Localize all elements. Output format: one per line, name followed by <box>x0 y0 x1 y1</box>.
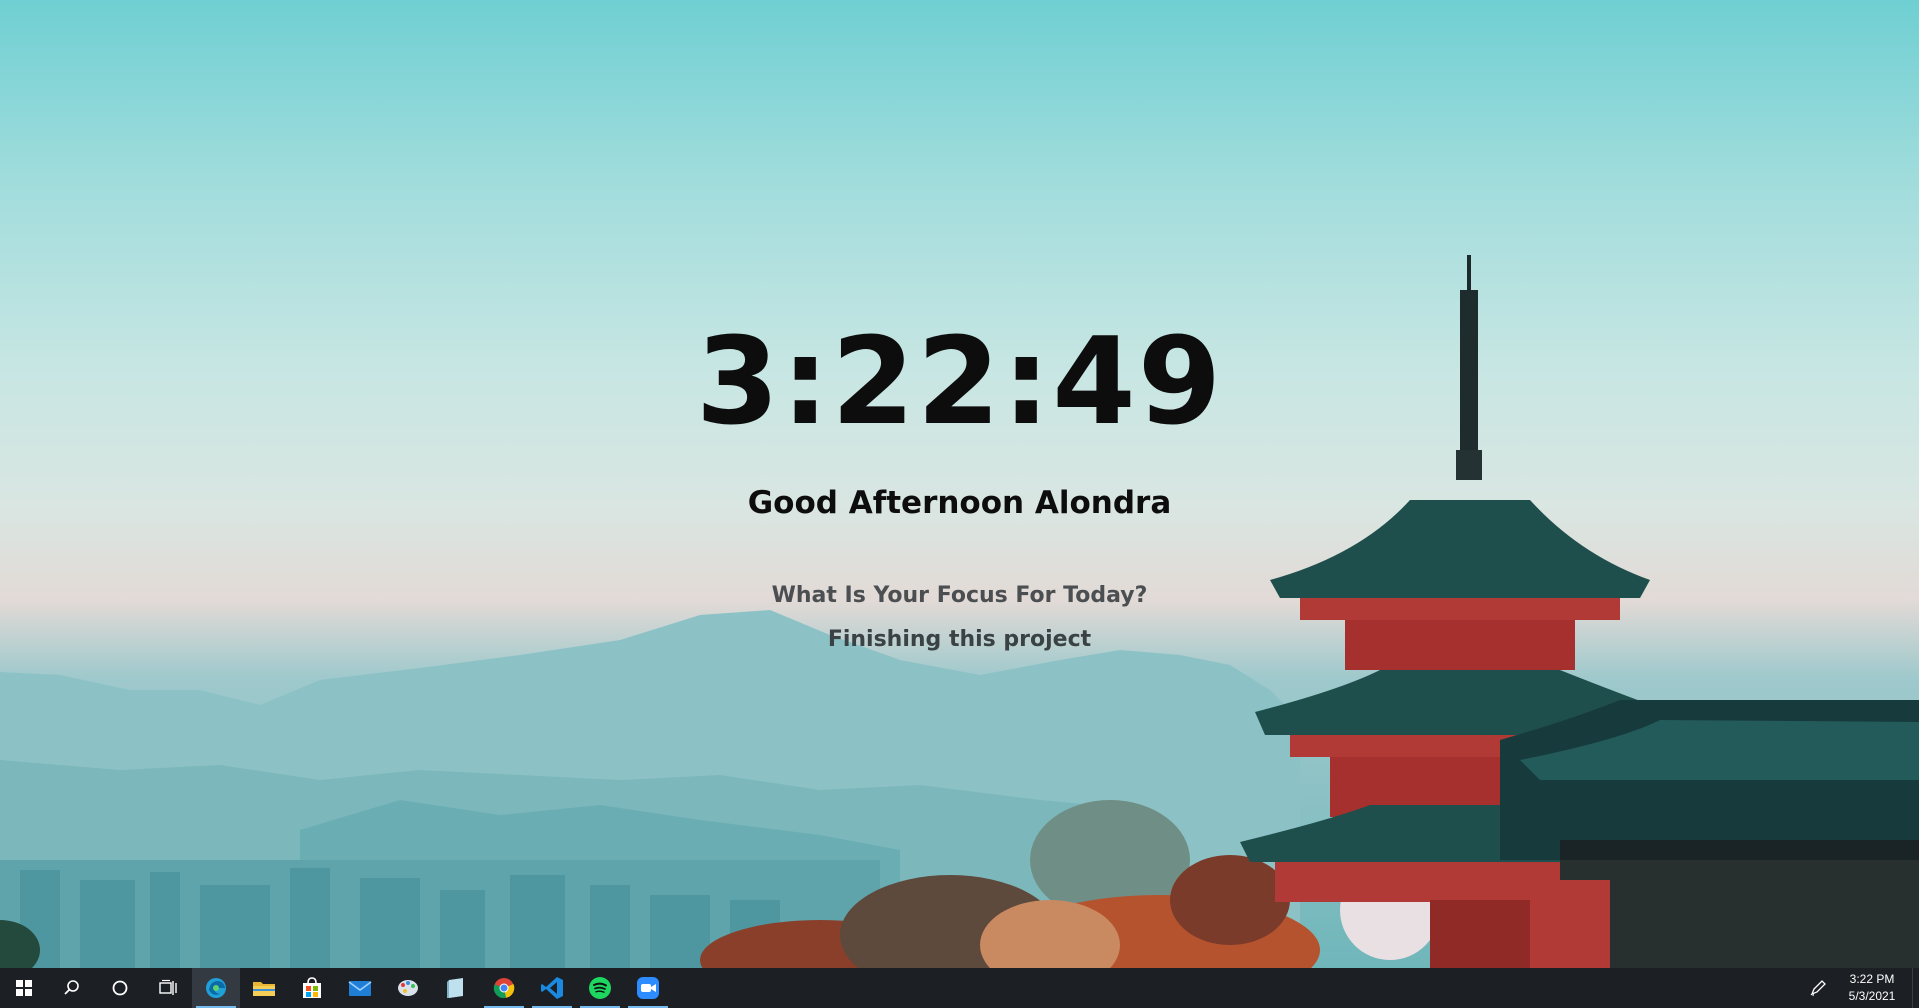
taskbar-app-chrome[interactable] <box>480 968 528 1008</box>
show-desktop-button[interactable] <box>1912 968 1919 1008</box>
focus-question: What Is Your Focus For Today? <box>771 583 1148 608</box>
taskbar-app-paint[interactable] <box>384 968 432 1008</box>
tray-time: 3:22 PM <box>1849 972 1895 986</box>
chrome-icon <box>493 978 515 999</box>
folder-icon <box>253 982 275 996</box>
taskbar-app-store[interactable] <box>288 968 336 1008</box>
task-view-button[interactable] <box>144 968 192 1008</box>
tray-date: 5/3/2021 <box>1848 989 1896 1003</box>
spotify-icon <box>589 977 611 999</box>
taskbar-app-edge[interactable] <box>192 968 240 1008</box>
search-button[interactable] <box>48 968 96 1008</box>
edge-icon <box>206 978 226 998</box>
cortana-button[interactable] <box>96 968 144 1008</box>
zoom-icon <box>637 977 659 999</box>
vscode-icon <box>541 977 563 999</box>
taskbar-app-notes[interactable] <box>432 968 480 1008</box>
taskbar: 3:22 PM 5/3/2021 <box>0 968 1919 1008</box>
tray-clock[interactable]: 3:22 PM 5/3/2021 <box>1836 971 1912 1005</box>
task-view-icon <box>159 979 177 995</box>
cortana-circle-icon <box>112 980 128 996</box>
pen-workspace-button[interactable] <box>1800 968 1836 1008</box>
wallpaper-landscape-image <box>0 255 1919 968</box>
mail-icon <box>348 981 372 996</box>
store-icon <box>303 977 321 998</box>
taskbar-app-mail[interactable] <box>336 968 384 1008</box>
notes-icon <box>447 978 463 998</box>
focus-answer-input[interactable]: Finishing this project <box>0 627 1919 652</box>
taskbar-app-spotify[interactable] <box>576 968 624 1008</box>
taskbar-app-vscode[interactable] <box>528 968 576 1008</box>
taskbar-app-zoom[interactable] <box>624 968 672 1008</box>
greeting-text: Good Afternoon Alondra <box>747 485 1172 521</box>
taskbar-app-file-explorer[interactable] <box>240 968 288 1008</box>
system-tray: 3:22 PM 5/3/2021 <box>1800 968 1919 1008</box>
windows-logo-icon <box>16 980 32 996</box>
desktop-wallpaper <box>0 0 1919 968</box>
start-button[interactable] <box>0 968 48 1008</box>
clock-time: 3:22:49 <box>695 313 1224 452</box>
search-icon <box>64 980 79 995</box>
paint-icon <box>398 980 418 996</box>
pen-workspace-icon <box>1810 980 1826 997</box>
